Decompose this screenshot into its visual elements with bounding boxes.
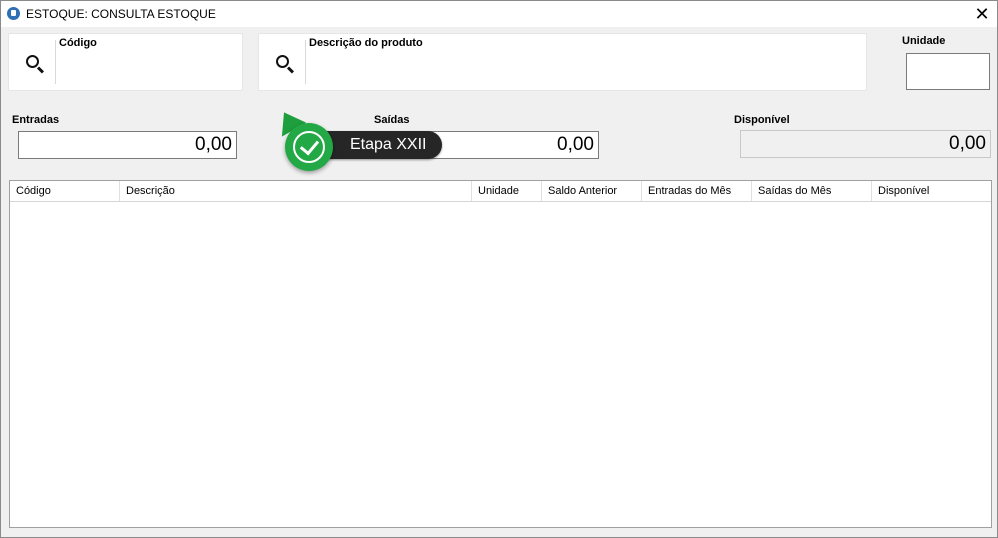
disponivel-field: 0,00 xyxy=(740,130,991,158)
unidade-label: Unidade xyxy=(902,35,946,47)
descricao-search-button[interactable] xyxy=(259,34,305,90)
title-bar: ESTOQUE: CONSULTA ESTOQUE ✕ xyxy=(1,1,997,27)
column-header-saldo-anterior[interactable]: Saldo Anterior xyxy=(542,181,642,201)
search-icon xyxy=(26,55,39,68)
descricao-label: Descrição do produto xyxy=(309,37,423,49)
unidade-field[interactable] xyxy=(906,53,990,90)
descricao-input[interactable] xyxy=(311,52,862,86)
column-header-disponivel[interactable]: Disponível xyxy=(872,181,991,201)
app-icon xyxy=(7,7,20,20)
descricao-search-box: Descrição do produto xyxy=(258,33,867,91)
entradas-label: Entradas xyxy=(12,114,60,126)
column-header-saidas-mes[interactable]: Saídas do Mês xyxy=(752,181,872,201)
codigo-input[interactable] xyxy=(61,52,238,86)
codigo-search-button[interactable] xyxy=(9,34,55,90)
column-header-entradas-mes[interactable]: Entradas do Mês xyxy=(642,181,752,201)
disponivel-label: Disponível xyxy=(734,114,790,126)
step-badge: Etapa XXII xyxy=(271,105,446,175)
codigo-search-box: Código xyxy=(8,33,243,91)
check-icon xyxy=(299,135,320,156)
codigo-label: Código xyxy=(59,37,97,49)
estoque-window: ESTOQUE: CONSULTA ESTOQUE ✕ Código Descr… xyxy=(0,0,998,538)
window-title: ESTOQUE: CONSULTA ESTOQUE xyxy=(26,7,216,21)
column-header-descricao[interactable]: Descrição xyxy=(120,181,472,201)
entradas-field[interactable]: 0,00 xyxy=(18,131,237,159)
grid-header: Código Descrição Unidade Saldo Anterior … xyxy=(10,181,991,202)
search-icon xyxy=(276,55,289,68)
column-header-codigo[interactable]: Código xyxy=(10,181,120,201)
column-header-unidade[interactable]: Unidade xyxy=(472,181,542,201)
estoque-grid[interactable]: Código Descrição Unidade Saldo Anterior … xyxy=(9,180,992,528)
close-icon[interactable]: ✕ xyxy=(967,1,997,27)
